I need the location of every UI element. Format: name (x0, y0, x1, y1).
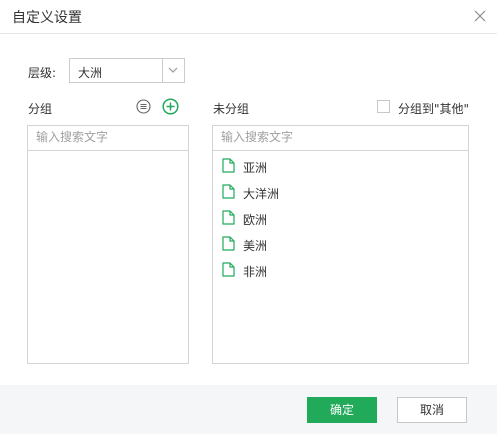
list-item-label: 大洋洲 (243, 187, 280, 201)
list-item-label: 非洲 (243, 265, 268, 279)
group-search-input[interactable] (28, 126, 188, 148)
ungrouped-search-box (213, 126, 468, 151)
ok-button[interactable]: 确定 (307, 397, 377, 423)
level-select[interactable]: 大洲 (69, 58, 185, 83)
ungrouped-search-input[interactable] (213, 126, 468, 148)
level-select-value: 大洲 (78, 66, 103, 80)
group-to-other-checkbox[interactable] (377, 100, 390, 113)
custom-settings-dialog: 自定义设置 层级: 大洲 分组 未分组 分组到"其他" 输入搜索文字 输入搜索文… (0, 0, 497, 434)
file-icon (222, 236, 235, 255)
file-icon (222, 210, 235, 229)
ungrouped-list-panel: 亚洲 大洋洲 欧洲 美洲 (212, 125, 469, 364)
list-item-label: 亚洲 (243, 161, 268, 175)
list-icon[interactable] (136, 99, 151, 114)
list-item-label: 欧洲 (243, 213, 268, 227)
close-icon[interactable] (470, 6, 490, 26)
add-group-icon[interactable] (162, 98, 179, 115)
ungrouped-items: 亚洲 大洋洲 欧洲 美洲 非洲 (222, 155, 442, 285)
file-icon (222, 262, 235, 281)
file-icon (222, 184, 235, 203)
chevron-down-icon[interactable] (162, 59, 184, 82)
ungrouped-label: 未分组 (213, 102, 250, 116)
list-item[interactable]: 欧洲 (222, 207, 442, 233)
group-list-panel (27, 125, 189, 364)
group-to-other-label: 分组到"其他" (398, 102, 470, 116)
dialog-title: 自定义设置 (12, 10, 82, 26)
list-item[interactable]: 非洲 (222, 259, 442, 285)
cancel-button[interactable]: 取消 (397, 397, 467, 423)
dialog-header: 自定义设置 (0, 0, 497, 34)
list-item[interactable]: 亚洲 (222, 155, 442, 181)
level-label: 层级: (28, 66, 57, 80)
list-item[interactable]: 大洋洲 (222, 181, 442, 207)
list-item[interactable]: 美洲 (222, 233, 442, 259)
group-search-box (28, 126, 188, 151)
group-label: 分组 (28, 102, 53, 116)
list-item-label: 美洲 (243, 239, 268, 253)
file-icon (222, 158, 235, 177)
